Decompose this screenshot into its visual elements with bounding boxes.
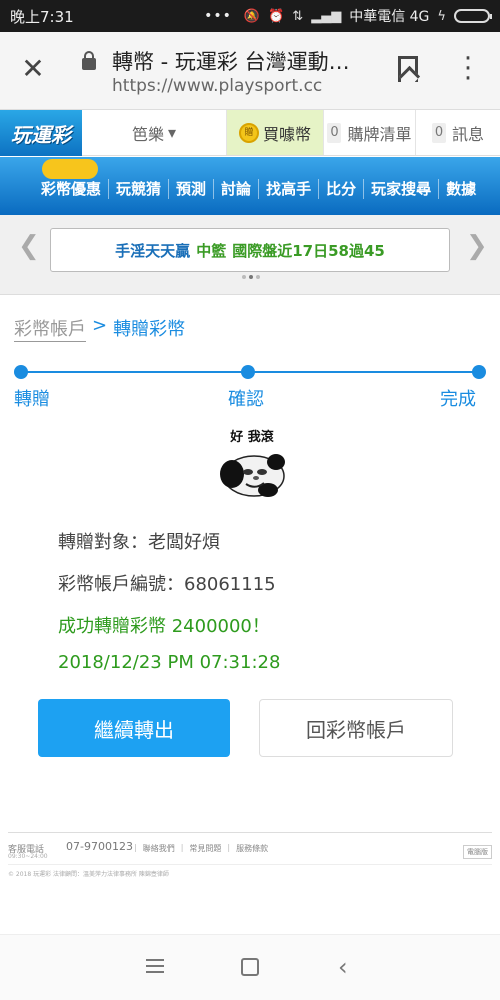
banner-text-record: 國際盤近17日58過45 xyxy=(232,241,385,260)
meme-caption: 好 我滾 xyxy=(230,430,274,445)
footer-copyright: © 2018 玩運彩 法律顧問：溫美萍力法律事務所 陳錦壺律師 xyxy=(8,871,169,878)
cart-label: 購牌清單 xyxy=(347,124,412,144)
caret-down-icon: ▾ xyxy=(167,123,177,142)
account-number-line: 彩幣帳戶編號：68061115 xyxy=(58,574,276,595)
status-time: 晚上7:31 xyxy=(10,7,74,26)
message-count: 0 xyxy=(431,122,446,143)
cart-count: 0 xyxy=(327,122,342,143)
pager-dot[interactable] xyxy=(256,275,260,279)
banner-slide[interactable]: 手淫天天贏 中籃 國際盤近17日58過45 xyxy=(50,228,450,272)
status-icons: ••• 🔕 ⏰ ⇅ ▂▄▆ 中華電信 4G ϟ xyxy=(204,6,492,26)
footer-links: | 聯絡我們 | 常見問題 | 服務條款 xyxy=(134,843,269,854)
nav-item-data[interactable]: 數據 xyxy=(439,179,483,199)
mute-icon: 🔕 xyxy=(243,8,261,24)
step-label-transfer: 轉贈 xyxy=(14,389,50,410)
desktop-version-link[interactable]: 電腦版 xyxy=(463,845,492,859)
coin-icon: 贈 xyxy=(238,122,259,143)
more-options-icon[interactable]: · · · xyxy=(458,46,478,92)
bookmark-icon[interactable] xyxy=(398,56,418,82)
carousel-pager xyxy=(242,275,260,279)
nav-item-play-guess[interactable]: 玩競猜 xyxy=(109,179,170,199)
transfer-timestamp: 2018/12/23 PM 07:31:28 xyxy=(58,652,281,673)
notification-dots-icon: ••• xyxy=(204,8,232,24)
main-nav: 彩幣優惠 玩競猜 預測 討論 找高手 比分 玩家搜尋 數據 xyxy=(0,157,500,215)
carrier-label: 中華電信 4G xyxy=(349,9,430,25)
status-bar: 晚上7:31 ••• 🔕 ⏰ ⇅ ▂▄▆ 中華電信 4G ϟ xyxy=(0,0,500,32)
step-labels: 轉贈 確認 完成 xyxy=(14,385,486,410)
data-arrows-icon: ⇅ xyxy=(292,8,304,24)
user-name: 笆樂 xyxy=(131,124,164,144)
charging-icon: ϟ xyxy=(437,8,446,24)
cart-button[interactable]: 0 購牌清單 xyxy=(324,110,416,155)
continue-transfer-button[interactable]: 繼續轉出 xyxy=(38,699,230,757)
footer-link-contact[interactable]: 聯絡我們 xyxy=(143,843,175,854)
breadcrumb: 彩幣帳戶 > 轉贈彩幣 xyxy=(14,315,185,342)
footer-divider-2 xyxy=(8,864,492,865)
signal-icon: ▂▄▆ xyxy=(311,8,342,24)
page-title[interactable]: 轉幣 - 玩運彩 台灣運動… xyxy=(112,46,362,76)
back-to-coin-account-button[interactable]: 回彩幣帳戶 xyxy=(259,699,453,757)
nav-item-experts[interactable]: 找高手 xyxy=(259,179,320,199)
meme-image: 好 我滾 xyxy=(218,426,286,502)
footer-service-hours: 09:30~24:00 xyxy=(8,853,48,860)
footer-phone[interactable]: 07-9700123 xyxy=(66,840,133,853)
recipient-line: 轉贈對象：老闆好煩 xyxy=(58,532,220,553)
nav-item-player-search[interactable]: 玩家搜尋 xyxy=(364,179,440,199)
footer-link-terms[interactable]: 服務條款 xyxy=(236,843,268,854)
site-logo[interactable]: 玩運彩 xyxy=(0,110,82,156)
step-dot-confirm xyxy=(241,365,255,379)
banner-carousel: ❮ 手淫天天贏 中籃 國際盤近17日58過45 ❯ xyxy=(0,215,500,295)
back-icon[interactable]: ‹ xyxy=(338,953,348,981)
lock-icon xyxy=(82,51,96,70)
nav-item-scores[interactable]: 比分 xyxy=(319,179,365,199)
breadcrumb-separator: > xyxy=(92,315,108,336)
nav-item-predict[interactable]: 預測 xyxy=(169,179,215,199)
pager-dot[interactable] xyxy=(242,275,246,279)
buy-coins-label: 買噱幣 xyxy=(262,124,311,144)
battery-icon xyxy=(454,9,492,23)
messages-label: 訊息 xyxy=(451,124,484,144)
buy-coins-button[interactable]: 贈 買噱幣 xyxy=(227,110,324,155)
browser-toolbar: ✕ 轉幣 - 玩運彩 台灣運動… https://www.playsport.c… xyxy=(0,32,500,110)
step-dot-transfer xyxy=(14,365,28,379)
step-label-confirm: 確認 xyxy=(228,389,264,410)
android-navigation-bar: ‹ xyxy=(0,934,500,1000)
banner-text-league: 中籃 xyxy=(196,241,227,260)
alarm-icon: ⏰ xyxy=(268,8,285,24)
footer: 客服電話 09:30~24:00 07-9700123 | 聯絡我們 | 常見問… xyxy=(8,840,492,870)
close-icon[interactable]: ✕ xyxy=(20,55,46,83)
panda-face-icon xyxy=(220,454,285,497)
messages-button[interactable]: 0 訊息 xyxy=(416,110,500,155)
user-menu[interactable]: 笆樂 ▾ xyxy=(82,110,227,155)
footer-link-faq[interactable]: 常見問題 xyxy=(189,843,221,854)
menu-icon[interactable] xyxy=(146,959,164,973)
step-label-complete: 完成 xyxy=(440,389,476,410)
pager-dot-active[interactable] xyxy=(249,275,253,279)
banner-text-player: 手淫天天贏 xyxy=(115,241,191,260)
nav-item-discuss[interactable]: 討論 xyxy=(214,179,260,199)
chevron-left-icon[interactable]: ❮ xyxy=(18,231,40,261)
nav-item-coin-offers[interactable]: 彩幣優惠 xyxy=(34,179,110,199)
page-url[interactable]: https://www.playsport.cc xyxy=(112,76,322,96)
breadcrumb-coin-account[interactable]: 彩幣帳戶 xyxy=(14,315,86,342)
progress-track xyxy=(14,362,486,382)
site-header: 玩運彩 笆樂 ▾ 贈 買噱幣 0 購牌清單 0 訊息 xyxy=(0,110,500,156)
nav-items: 彩幣優惠 玩競猜 預測 討論 找高手 比分 玩家搜尋 數據 xyxy=(34,179,483,199)
breadcrumb-current: 轉贈彩幣 xyxy=(113,319,186,340)
promo-badge-icon xyxy=(42,159,98,179)
step-dot-complete xyxy=(472,365,486,379)
chevron-right-icon[interactable]: ❯ xyxy=(466,231,488,261)
success-message: 成功轉贈彩幣 2400000！ xyxy=(58,616,270,637)
footer-divider xyxy=(8,832,492,833)
home-icon[interactable] xyxy=(241,958,259,976)
